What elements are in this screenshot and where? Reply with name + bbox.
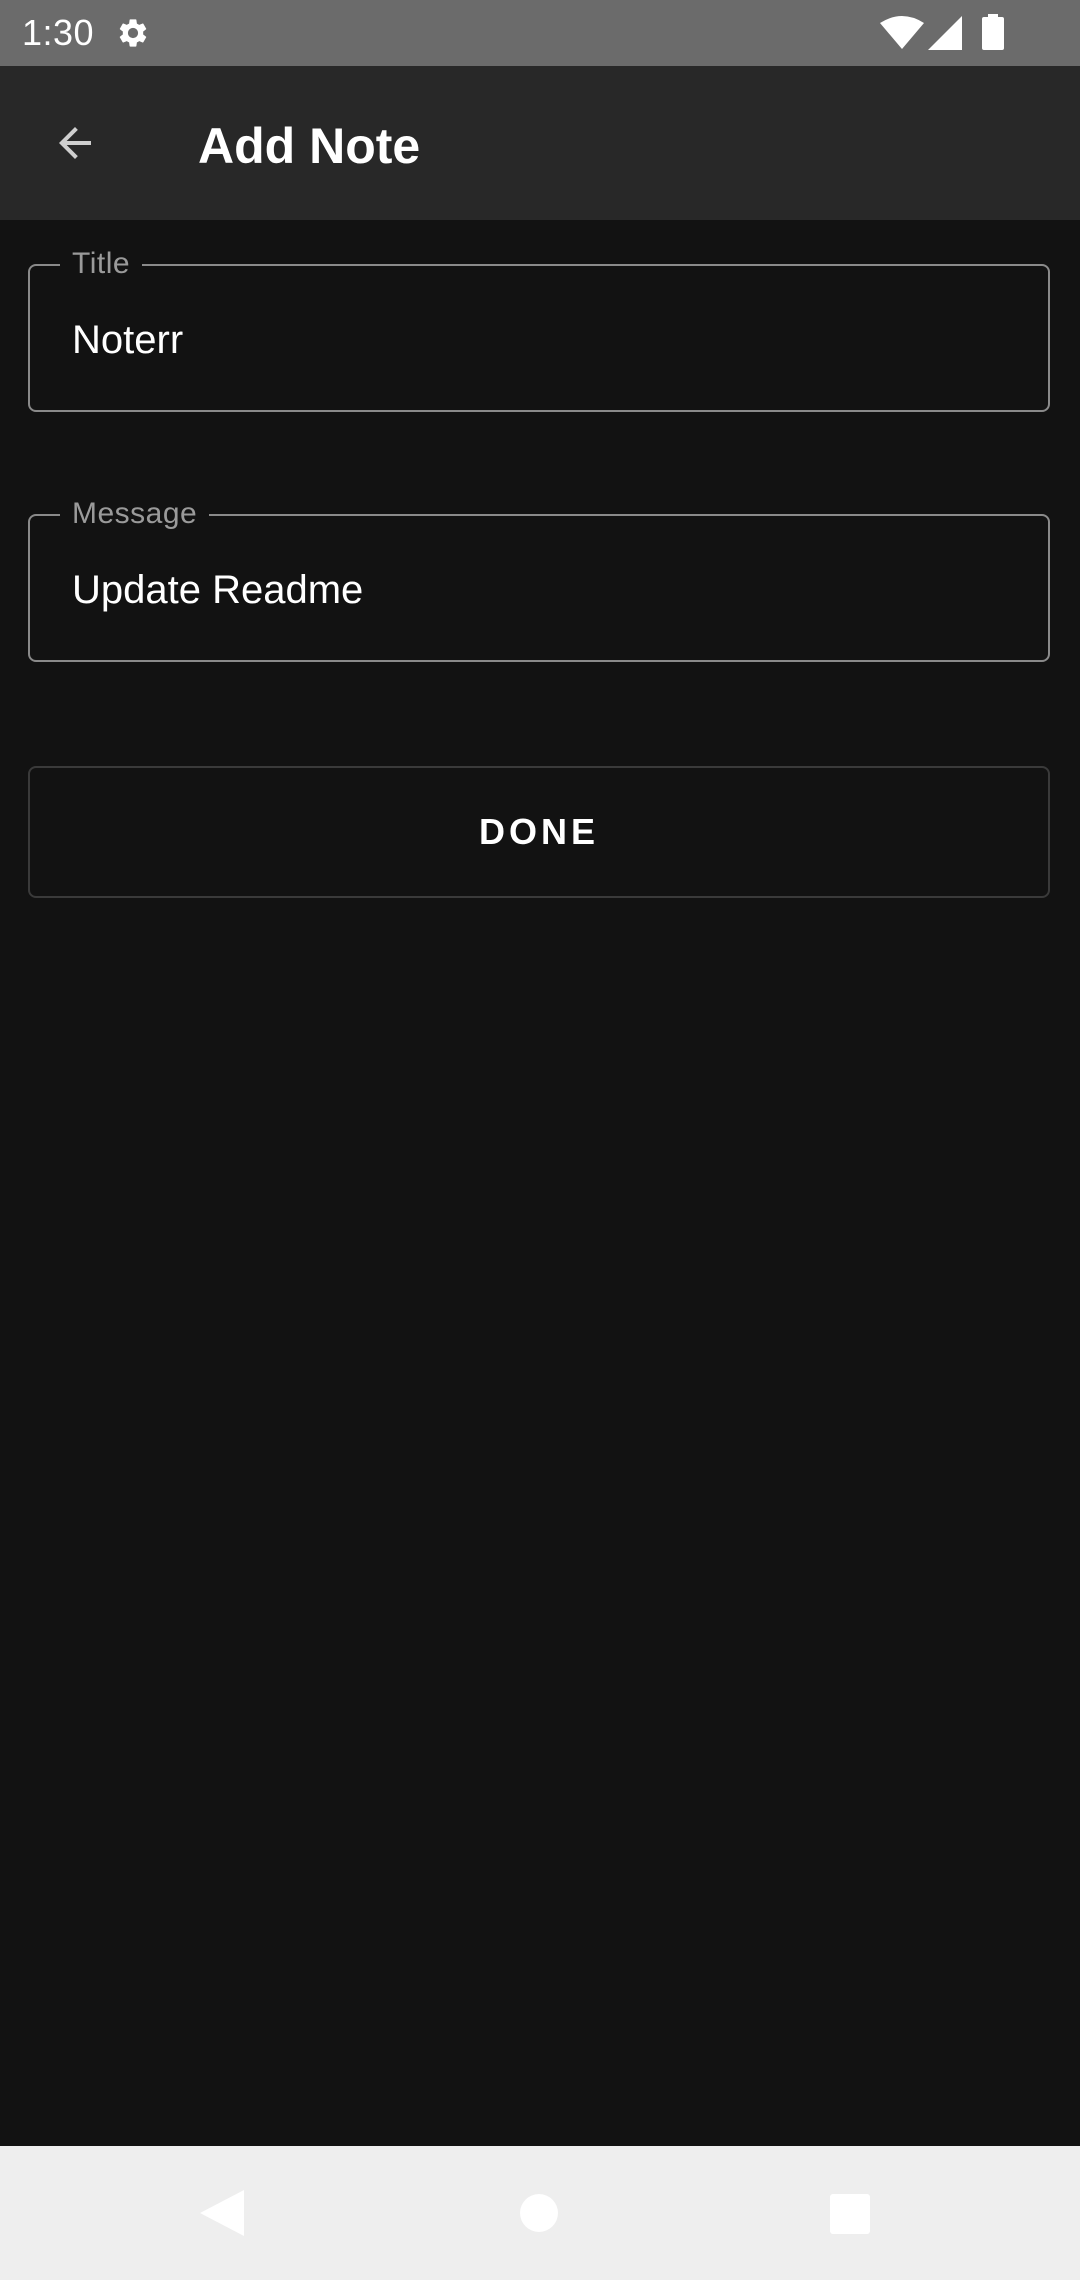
wifi-icon — [880, 16, 924, 49]
message-field-label: Message — [60, 496, 210, 532]
status-bar: 1:30 — [0, 0, 1080, 66]
title-field-value[interactable]: Noterr — [72, 316, 183, 364]
app-bar: Add Note — [0, 66, 1080, 220]
back-triangle-icon[interactable] — [200, 2190, 244, 2236]
title-field[interactable]: Title Noterr — [28, 246, 1050, 412]
gear-icon — [119, 19, 147, 47]
status-time: 1:30 — [22, 12, 95, 53]
navigation-bar — [0, 2146, 1080, 2280]
recents-square-icon[interactable] — [830, 2194, 870, 2234]
back-button[interactable] — [40, 108, 110, 178]
home-circle-icon[interactable] — [520, 2194, 558, 2232]
battery-icon — [982, 14, 1004, 50]
message-field[interactable]: Message Update Readme — [28, 496, 1050, 662]
arrow-left-icon — [59, 127, 91, 159]
done-button[interactable]: DONE — [28, 766, 1050, 898]
title-field-label: Title — [60, 246, 143, 282]
signal-icon — [928, 16, 962, 50]
message-field-value[interactable]: Update Readme — [72, 566, 363, 614]
page-title: Add Note — [198, 118, 421, 174]
